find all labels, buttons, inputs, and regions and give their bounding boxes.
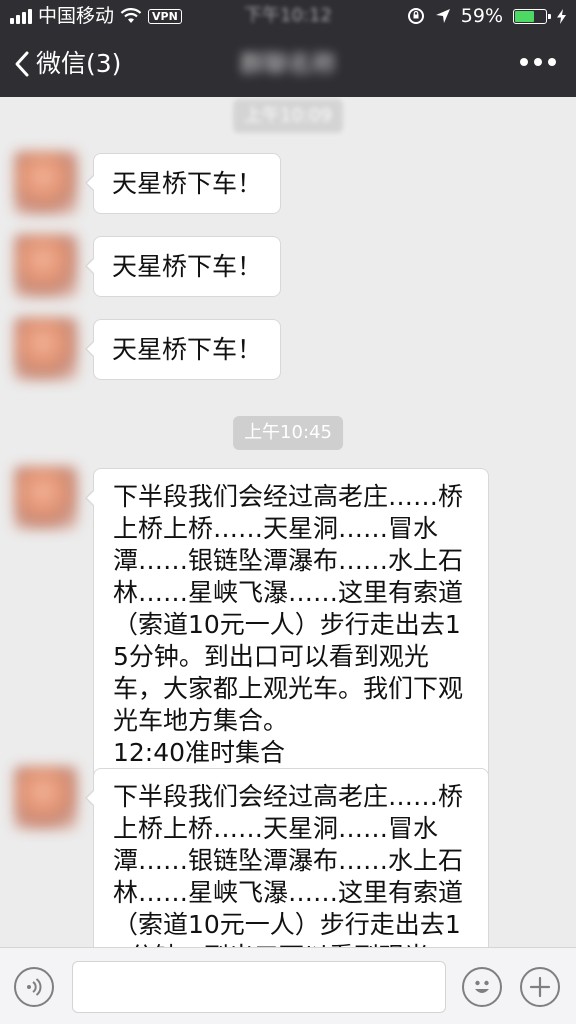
chat-area[interactable]: 上午10:09 天星桥下车！ 天星桥下车！ 天星桥下车！ 上午10:45 下半段… (0, 97, 576, 947)
battery-icon (513, 8, 551, 24)
status-right: 59% (407, 0, 566, 32)
top-bar: 中国移动 VPN 下午10:12 59% 微信(3) 群聊名称 (0, 0, 576, 97)
timestamp: 上午10:09 (233, 99, 343, 133)
chat-title: 群聊名称 (240, 50, 336, 78)
avatar[interactable] (14, 151, 78, 215)
message-bubble[interactable]: 天星桥下车！ (84, 319, 282, 380)
navigation-bar: 微信(3) 群聊名称 (0, 32, 576, 97)
avatar[interactable] (14, 317, 78, 381)
message-input[interactable] (72, 961, 446, 1013)
charging-bolt-icon (557, 8, 566, 24)
location-arrow-icon (435, 9, 450, 23)
more-dot-icon (520, 58, 528, 66)
voice-icon (27, 978, 42, 996)
emoji-icon (475, 980, 489, 993)
message-bubble[interactable]: 天星桥下车！ (84, 153, 282, 214)
status-bar: 中国移动 VPN 下午10:12 59% (0, 0, 576, 32)
avatar[interactable] (14, 766, 78, 830)
more-options-button[interactable] (520, 58, 556, 66)
voice-button[interactable] (14, 967, 54, 1007)
timestamp: 上午10:45 (233, 416, 343, 450)
avatar[interactable] (14, 234, 78, 298)
emoji-button[interactable] (462, 967, 502, 1007)
battery-fill (515, 10, 534, 22)
plus-icon (529, 976, 551, 998)
message-bubble[interactable]: 下半段我们会经过高老庄……桥上桥上桥……天星洞……冒水潭……银链坠潭瀑布……水上… (85, 768, 489, 947)
battery-percent: 59% (460, 5, 503, 27)
avatar[interactable] (14, 466, 78, 530)
orientation-lock-icon (407, 8, 424, 24)
more-dot-icon (548, 58, 556, 66)
message-bubble[interactable]: 天星桥下车！ (84, 236, 282, 297)
input-bar (0, 947, 576, 1024)
add-button[interactable] (520, 967, 560, 1007)
message-bubble[interactable]: 下半段我们会经过高老庄……桥上桥上桥……天星洞……冒水潭……银链坠潭瀑布……水上… (85, 468, 489, 784)
more-dot-icon (534, 58, 542, 66)
